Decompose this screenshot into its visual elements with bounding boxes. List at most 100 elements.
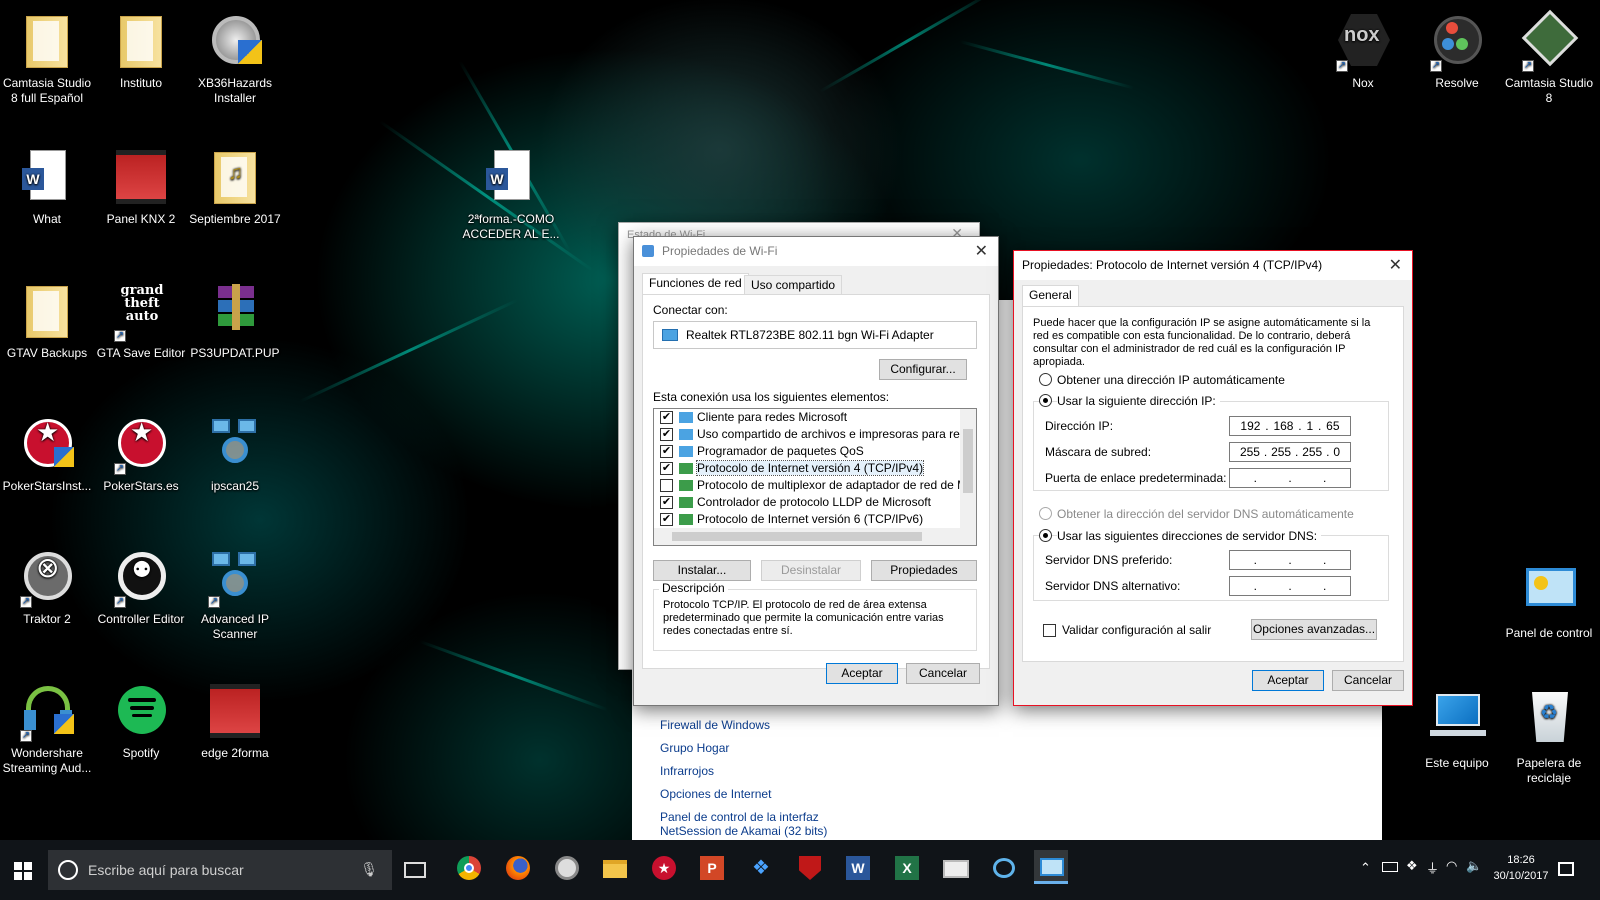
scroll-thumb[interactable] [963, 429, 973, 493]
chrome-icon[interactable] [451, 850, 485, 884]
control-panel-icon[interactable] [1034, 850, 1068, 884]
list-item[interactable]: ✔ Cliente para redes Microsoft [654, 409, 960, 426]
close-icon[interactable]: ✕ [975, 237, 988, 266]
list-item[interactable]: ✔ Controlador de protocolo LLDP de Micros… [654, 494, 960, 511]
dropbox-icon[interactable]: ❖ [743, 850, 777, 884]
desktop-icon[interactable]: ↗ Advanced IP Scanner [188, 546, 282, 642]
checkbox[interactable]: ✔ [660, 496, 673, 510]
install-button[interactable]: Instalar... [653, 560, 751, 581]
ip-address-field[interactable]: 192. 168. 1. 65 [1229, 416, 1351, 436]
wifi-icon[interactable]: ◠ [1446, 858, 1457, 874]
dropbox-tray-icon[interactable]: ❖ [1406, 858, 1418, 874]
clock[interactable]: 18:26 30/10/2017 [1490, 852, 1552, 884]
checkbox[interactable]: ✔ [660, 445, 673, 459]
list-item[interactable]: ✔ Programador de paquetes QoS [654, 443, 960, 460]
desktop-icon[interactable]: PS3UPDAT.PUP [188, 280, 282, 361]
desktop-icon[interactable]: ↗ Wondershare Streaming Aud... [0, 680, 94, 776]
powerpoint-icon[interactable]: P [694, 850, 728, 884]
radio-manual-dns[interactable] [1039, 529, 1052, 542]
subnet-mask-field[interactable]: 255. 255. 255. 0 [1229, 442, 1351, 462]
scroll-thumb[interactable] [672, 532, 922, 541]
close-icon[interactable]: ✕ [1389, 251, 1402, 280]
word-icon[interactable]: W [840, 850, 874, 884]
desktop-icon[interactable]: grand theft auto ↗ GTA Save Editor [94, 280, 188, 361]
link-homegroup[interactable]: Grupo Hogar [660, 737, 827, 760]
checkbox[interactable]: ✔ [660, 513, 673, 527]
properties-button[interactable]: Propiedades [871, 560, 977, 581]
configure-button[interactable]: Configurar... [879, 359, 967, 380]
firefox-icon[interactable] [500, 850, 534, 884]
link-firewall[interactable]: Firewall de Windows [660, 714, 827, 737]
gateway-field[interactable]: ... [1229, 468, 1351, 488]
advanced-options-button[interactable]: Opciones avanzadas... [1251, 619, 1377, 640]
notification-icon[interactable] [1558, 862, 1574, 876]
battery-icon[interactable] [1382, 862, 1398, 872]
desktop-icon[interactable]: ↗ Camtasia Studio 8 [1502, 9, 1596, 106]
chevron-up-icon[interactable]: ⌃ [1360, 860, 1371, 876]
desktop-icon[interactable]: nox ↗ Nox [1316, 10, 1410, 91]
desktop-icon[interactable]: ⚉ ↗ Controller Editor [94, 546, 188, 627]
desktop-icon[interactable]: Spotify [94, 680, 188, 761]
cancel-button[interactable]: Cancelar [906, 663, 980, 684]
desktop-icon[interactable]: Instituto [94, 10, 188, 91]
ok-button[interactable]: Aceptar [826, 663, 898, 684]
mcafee-icon[interactable] [792, 850, 826, 884]
microphone-icon[interactable]: 🎙 [360, 861, 378, 878]
file-explorer-icon[interactable] [597, 850, 631, 884]
desktop-icon[interactable]: ♫ Septiembre 2017 [188, 146, 282, 227]
tab-sharing[interactable]: Uso compartido [744, 275, 843, 295]
validate-checkbox[interactable] [1043, 624, 1056, 638]
tab-general[interactable]: General [1022, 285, 1079, 307]
desktop-icon[interactable]: ↗ Resolve [1410, 10, 1504, 91]
dns-alternate-field[interactable]: ... [1229, 576, 1351, 596]
checkbox[interactable]: ✔ [660, 411, 673, 425]
desktop-icon[interactable]: ipscan25 [188, 413, 282, 494]
start-button[interactable] [0, 850, 48, 890]
link-infrared[interactable]: Infrarrojos [660, 760, 827, 783]
tab-network-functions[interactable]: Funciones de red [642, 273, 749, 295]
search-box[interactable]: Escribe aquí para buscar 🎙 [48, 850, 392, 890]
usb-icon[interactable]: ⏚ [1426, 858, 1439, 877]
desktop-icon[interactable]: GTAV Backups [0, 280, 94, 361]
steam-icon[interactable] [549, 850, 583, 884]
radio-auto-ip[interactable] [1039, 373, 1052, 386]
list-item[interactable]: ✔ Protocolo de Internet versión 4 (TCP/IP… [654, 460, 960, 477]
desktop-icon[interactable]: ★ ↗ PokerStars.es [94, 413, 188, 494]
ok-button[interactable]: Aceptar [1252, 670, 1324, 691]
list-item[interactable]: ✔ Uso compartido de archivos e impresoras… [654, 426, 976, 443]
desktop-icon[interactable]: Panel de control [1502, 560, 1596, 641]
validate-on-exit[interactable]: Validar configuración al salir [1043, 623, 1211, 638]
excel-icon[interactable]: X [889, 850, 923, 884]
desktop-icon[interactable]: W What [0, 146, 94, 227]
volume-icon[interactable]: 🔈 [1466, 858, 1482, 874]
list-item[interactable]: Protocolo de multiplexor de adaptador de… [654, 477, 976, 494]
radio-manual-ip[interactable] [1039, 394, 1052, 407]
link-akamai[interactable]: NetSession de Akamai (32 bits) [660, 824, 827, 838]
desktop-icon[interactable]: ⊗ ↗ Traktor 2 [0, 546, 94, 627]
checkbox[interactable]: ✔ [660, 428, 673, 442]
pokerstars-icon[interactable]: ★ [646, 850, 680, 884]
list-item[interactable]: ✔ Protocolo de Internet versión 6 (TCP/IP… [654, 511, 960, 528]
desktop-icon[interactable]: XB36Hazards Installer [188, 10, 282, 106]
mail-icon[interactable] [938, 850, 972, 884]
desktop-icon[interactable]: ★ PokerStarsInst... [0, 413, 94, 494]
desktop-icon[interactable]: W 2ªforma.-COMO ACCEDER AL E... [461, 146, 561, 242]
task-view-icon[interactable] [404, 862, 426, 878]
dns-preferred-field[interactable]: ... [1229, 550, 1351, 570]
desktop-icon[interactable]: Este equipo [1410, 690, 1504, 771]
link-internet-options[interactable]: Opciones de Internet [660, 783, 827, 806]
desktop-icon[interactable]: Camtasia Studio 8 full Español [0, 10, 94, 106]
network-scanner-icon[interactable] [986, 850, 1020, 884]
vertical-scrollbar[interactable] [960, 409, 976, 529]
checkbox[interactable]: ✔ [660, 462, 673, 476]
horizontal-scrollbar[interactable] [654, 528, 976, 545]
checkbox[interactable] [660, 479, 673, 493]
uninstall-button[interactable]: Desinstalar [761, 560, 861, 581]
components-list[interactable]: ✔ Cliente para redes Microsoft ✔ Uso compa… [653, 408, 977, 546]
radio-auto-dns[interactable] [1039, 507, 1052, 520]
desktop-icon[interactable]: Panel KNX 2 [94, 146, 188, 227]
cancel-button[interactable]: Cancelar [1332, 670, 1404, 691]
desktop-icon[interactable]: ♻ Papelera de reciclaje [1502, 690, 1596, 786]
desktop-icon[interactable]: edge 2forma [188, 680, 282, 761]
link-interface-panel[interactable]: Panel de control de la interfaz [660, 810, 827, 824]
